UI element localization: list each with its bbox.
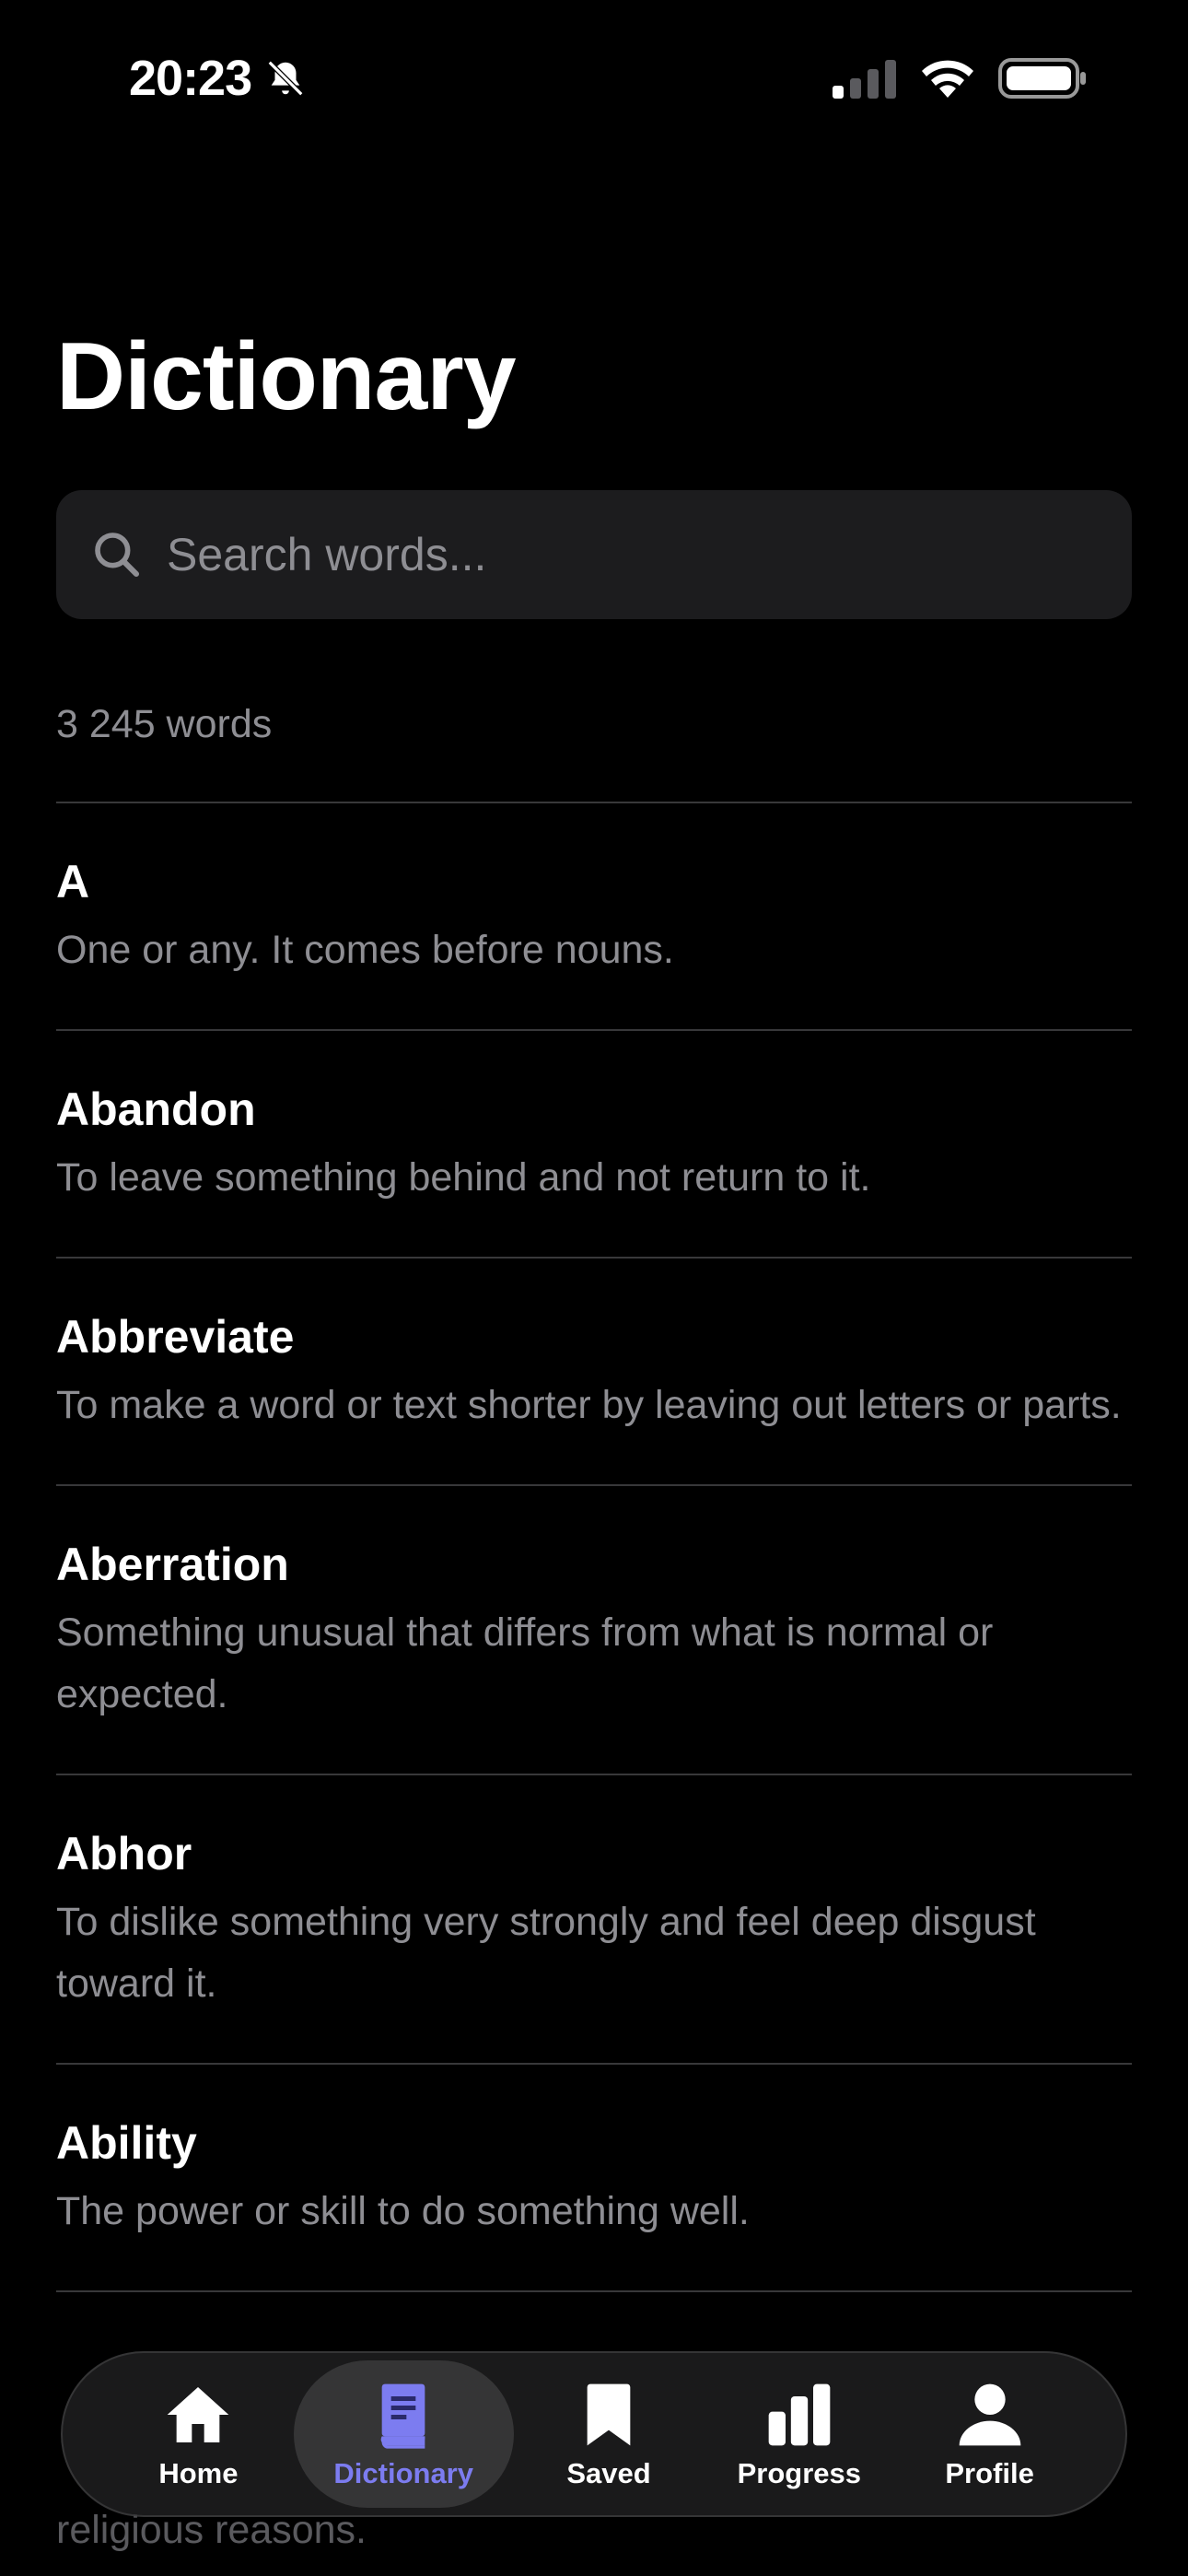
status-bar-indicators: [833, 57, 1087, 100]
status-bar-time: 20:23: [129, 50, 307, 107]
wifi-icon: [922, 60, 973, 98]
tab-label: Dictionary: [333, 2457, 473, 2489]
list-item[interactable]: A One or any. It comes before nouns.: [56, 803, 1132, 1031]
search-input[interactable]: [165, 527, 1089, 582]
entry-word: Ability: [56, 2117, 197, 2169]
entry-definition: The power or skill to do something well.: [56, 2189, 750, 2233]
list-item[interactable]: Abbreviate To make a word or text shorte…: [56, 1259, 1132, 1486]
house-icon: [168, 2387, 229, 2442]
entry-definition: One or any. It comes before nouns.: [56, 928, 674, 972]
word-count: 3 245 words: [56, 702, 273, 746]
person-icon: [959, 2383, 1020, 2446]
entry-word: Abbreviate: [56, 1311, 295, 1363]
bell-slash-icon: [267, 60, 304, 97]
tab-label: Progress: [737, 2457, 861, 2489]
tab-label: Home: [158, 2457, 239, 2489]
list-item[interactable]: Aberration Something unusual that differ…: [56, 1486, 1132, 1775]
tab-label: Saved: [566, 2457, 651, 2489]
entry-word: Aberration: [56, 1539, 289, 1590]
battery-icon: [998, 58, 1086, 99]
tab-profile[interactable]: Profile: [894, 2360, 1085, 2508]
word-list[interactable]: A One or any. It comes before nouns. Aba…: [56, 802, 1132, 2292]
entry-word: Abandon: [56, 1083, 256, 1135]
entry-definition: Something unusual that differs from what…: [56, 1610, 994, 1716]
time-label: 20:23: [129, 51, 252, 106]
entry-word: A: [56, 856, 90, 907]
tab-home[interactable]: Home: [103, 2360, 294, 2508]
entry-word: Abhor: [56, 1828, 192, 1879]
tab-saved[interactable]: Saved: [514, 2360, 705, 2508]
bar-chart-icon: [768, 2383, 831, 2446]
tab-dictionary[interactable]: Dictionary: [293, 2360, 514, 2508]
page-title: Dictionary: [56, 323, 517, 430]
entry-definition: To leave something behind and not return…: [56, 1155, 871, 1200]
cellular-signal-icon: [833, 60, 896, 99]
search-bar[interactable]: [56, 490, 1132, 619]
book-icon: [380, 2383, 425, 2449]
list-item[interactable]: Abandon To leave something behind and no…: [56, 1031, 1132, 1259]
entry-definition: To make a word or text shorter by leavin…: [56, 1383, 1122, 1427]
entry-definition: To dislike something very strongly and f…: [56, 1900, 1036, 2006]
list-item[interactable]: Abhor To dislike something very strongly…: [56, 1775, 1132, 2065]
tab-progress[interactable]: Progress: [704, 2360, 894, 2508]
tab-label: Profile: [945, 2457, 1034, 2489]
tab-bar: Home Dictionary Saved Progress Profile: [61, 2351, 1127, 2517]
search-icon: [95, 533, 140, 578]
bookmark-icon: [587, 2383, 631, 2446]
list-item[interactable]: Ability The power or skill to do somethi…: [56, 2065, 1132, 2292]
